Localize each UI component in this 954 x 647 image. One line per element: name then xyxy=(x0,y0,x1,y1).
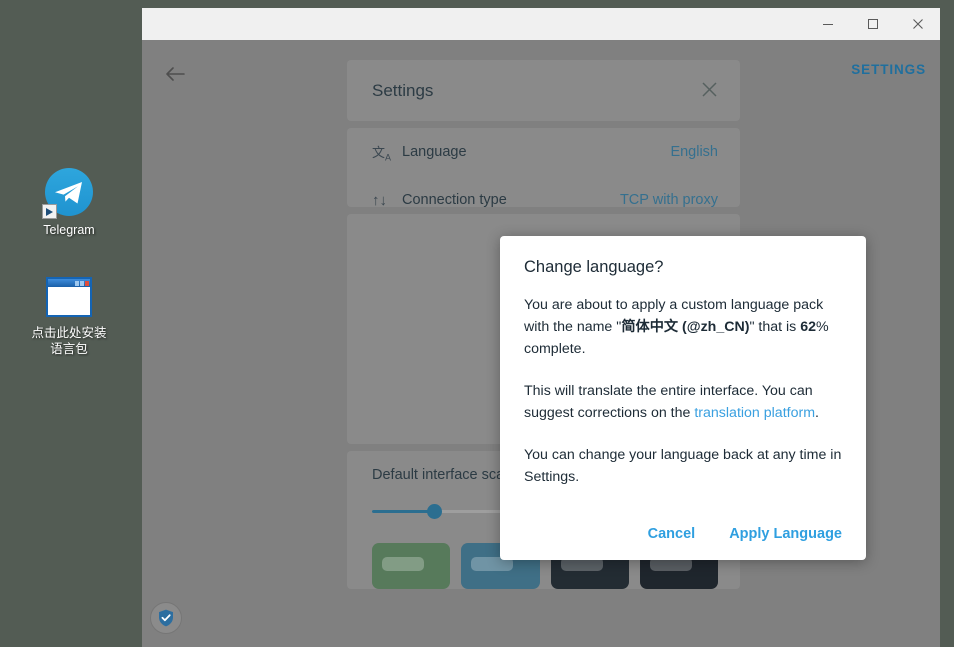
windows-window-icon xyxy=(46,277,92,317)
shield-check-icon xyxy=(156,608,176,628)
cancel-button[interactable]: Cancel xyxy=(648,526,696,542)
dialog-paragraph-2: This will translate the entire interface… xyxy=(524,380,842,424)
dialog-text: . xyxy=(815,405,819,421)
telegram-window: SETTINGS Settings xyxy=(142,8,940,647)
change-language-dialog: Change language? You are about to apply … xyxy=(500,236,866,560)
minimize-icon xyxy=(822,18,834,30)
translation-platform-link[interactable]: translation platform xyxy=(694,405,815,421)
settings-panel-header: Settings xyxy=(347,60,740,121)
dialog-text: " that is xyxy=(749,319,800,335)
dialog-percent: 62 xyxy=(800,319,816,335)
interface-scale-label: Default interface scale xyxy=(372,467,515,483)
connection-icon: ↑↓ xyxy=(372,192,402,208)
paper-plane-icon xyxy=(54,181,84,205)
close-icon xyxy=(701,81,718,98)
close-icon xyxy=(912,18,924,30)
desktop: Telegram 点击此处安装 语言包 xyxy=(0,0,142,647)
settings-row-label: Connection type xyxy=(402,192,620,207)
desktop-icon-label: Telegram xyxy=(9,222,129,238)
arrow-left-icon xyxy=(164,65,186,83)
maximize-icon xyxy=(867,18,879,30)
translate-icon: 文A xyxy=(372,142,402,163)
settings-row-language[interactable]: 文A Language English xyxy=(347,128,740,176)
minimize-button[interactable] xyxy=(805,8,850,40)
settings-row-value: English xyxy=(670,144,718,160)
dialog-paragraph-1: You are about to apply a custom language… xyxy=(524,294,842,360)
slider-handle[interactable] xyxy=(427,504,442,519)
screen: Telegram 点击此处安装 语言包 xyxy=(0,0,954,647)
close-button[interactable] xyxy=(895,8,940,40)
maximize-button[interactable] xyxy=(850,8,895,40)
desktop-icon-label: 点击此处安装 语言包 xyxy=(9,325,129,357)
settings-row-connection-type[interactable]: ↑↓ Connection type TCP with proxy xyxy=(347,176,740,207)
shield-check-badge[interactable] xyxy=(150,602,182,634)
dialog-paragraph-3: You can change your language back at any… xyxy=(524,444,842,488)
settings-general-block: 文A Language English ↑↓ Connection type T… xyxy=(347,128,740,207)
apply-language-button[interactable]: Apply Language xyxy=(729,526,842,542)
dialog-title: Change language? xyxy=(524,258,842,277)
settings-close-button[interactable] xyxy=(701,81,718,101)
settings-panel-header-block: Settings xyxy=(347,60,740,121)
settings-row-label: Language xyxy=(402,144,670,160)
window-content: SETTINGS Settings xyxy=(142,40,940,647)
desktop-icon-telegram[interactable]: Telegram xyxy=(9,168,129,238)
settings-row-value: TCP with proxy xyxy=(620,192,718,207)
theme-swatch-green[interactable] xyxy=(372,543,450,589)
window-titlebar xyxy=(142,8,940,40)
back-button[interactable] xyxy=(161,60,189,88)
dialog-language-name: 简体中文 (@zh_CN) xyxy=(621,319,749,335)
dialog-actions: Cancel Apply Language xyxy=(648,526,842,542)
telegram-logo-icon xyxy=(45,168,93,216)
settings-header-label: SETTINGS xyxy=(851,62,926,77)
shortcut-badge-icon xyxy=(42,204,57,219)
desktop-icon-language-pack[interactable]: 点击此处安装 语言包 xyxy=(9,277,129,357)
settings-panel-title: Settings xyxy=(372,81,433,101)
